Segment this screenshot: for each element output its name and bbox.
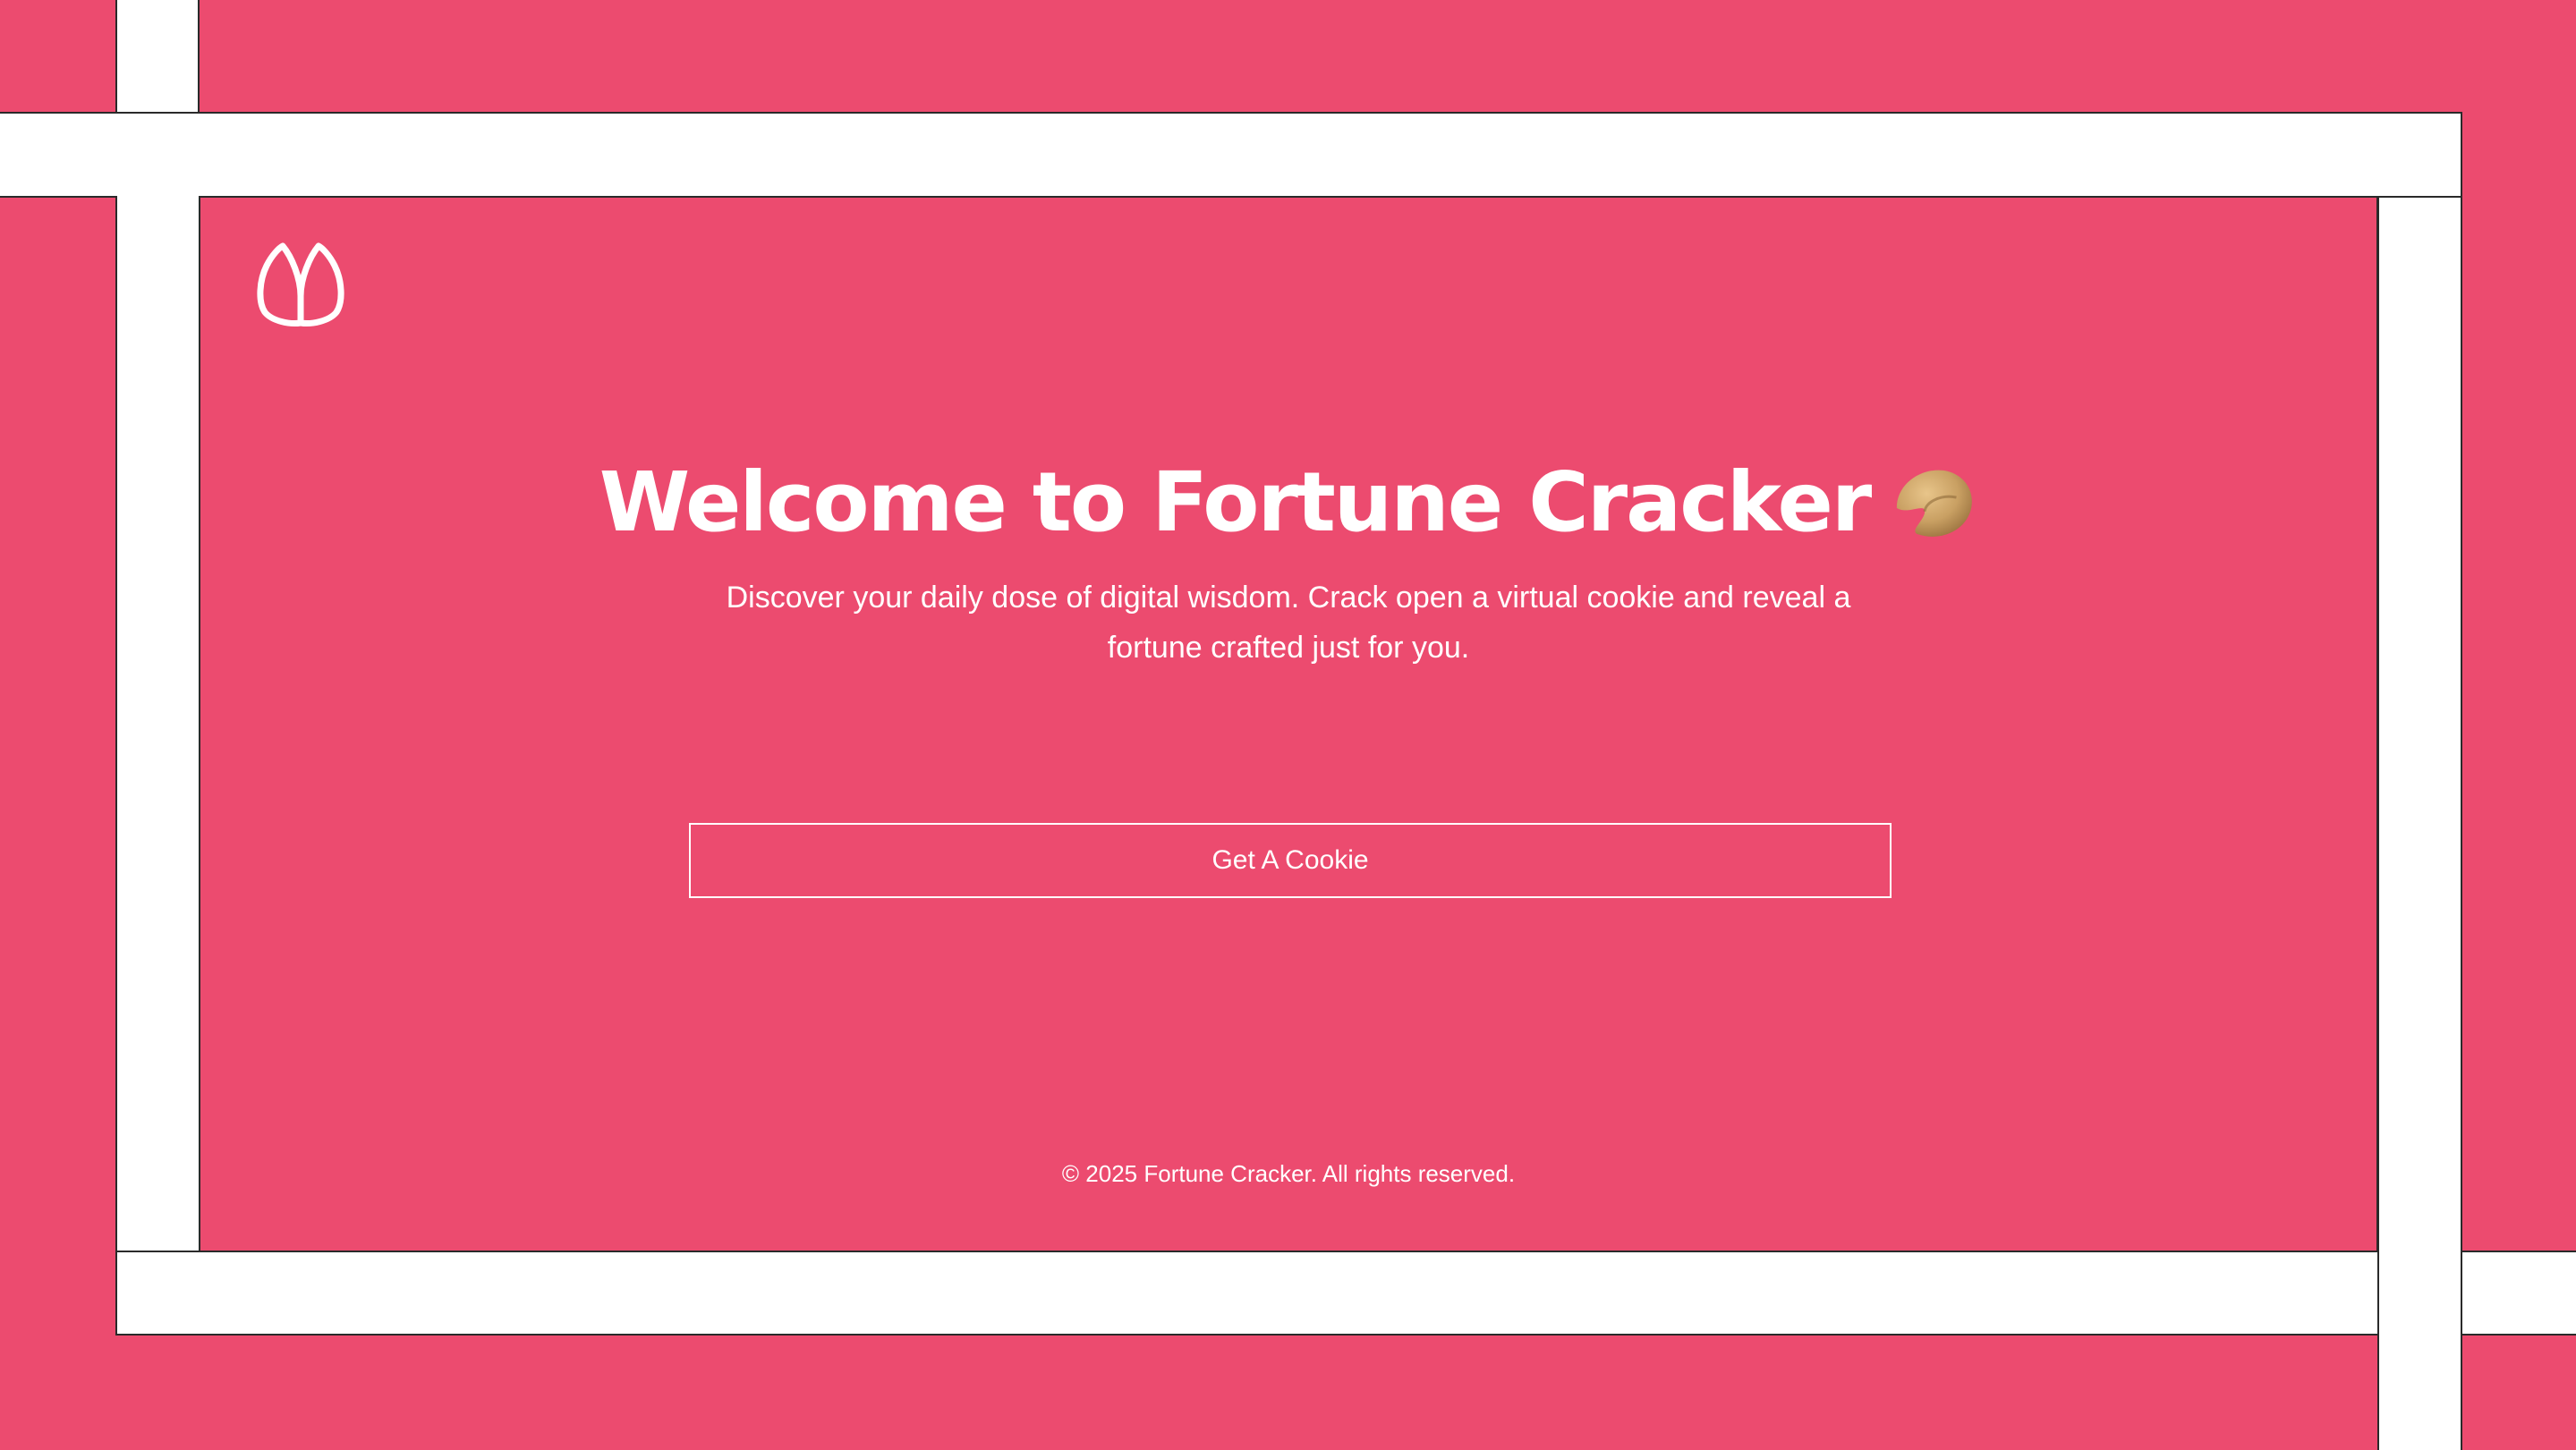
frame-band — [115, 1251, 2377, 1336]
page-title: Welcome to Fortune Cracker — [599, 457, 1977, 547]
hero-section: Welcome to Fortune Cracker Discover your… — [200, 457, 2376, 673]
frame-band — [2377, 198, 2462, 1450]
hero-subtitle: Discover your daily dose of digital wisd… — [726, 581, 1851, 666]
page-title-text: Welcome to Fortune Cracker — [599, 454, 1872, 550]
site-logo[interactable] — [256, 242, 345, 328]
frame-band — [2462, 1251, 2576, 1336]
bunny-ears-logo-icon — [257, 242, 344, 326]
footer-copyright: © 2025 Fortune Cracker. All rights reser… — [1061, 1160, 1516, 1187]
frame-band — [115, 0, 200, 112]
frame-band — [115, 196, 200, 1336]
main-panel: Welcome to Fortune Cracker Discover your… — [199, 196, 2378, 1252]
page: Welcome to Fortune Cracker Discover your… — [0, 0, 2576, 1450]
frame-band — [0, 112, 2462, 198]
get-cookie-button[interactable]: Get A Cookie — [689, 823, 1892, 898]
fortune-cookie-icon — [1897, 470, 1973, 537]
